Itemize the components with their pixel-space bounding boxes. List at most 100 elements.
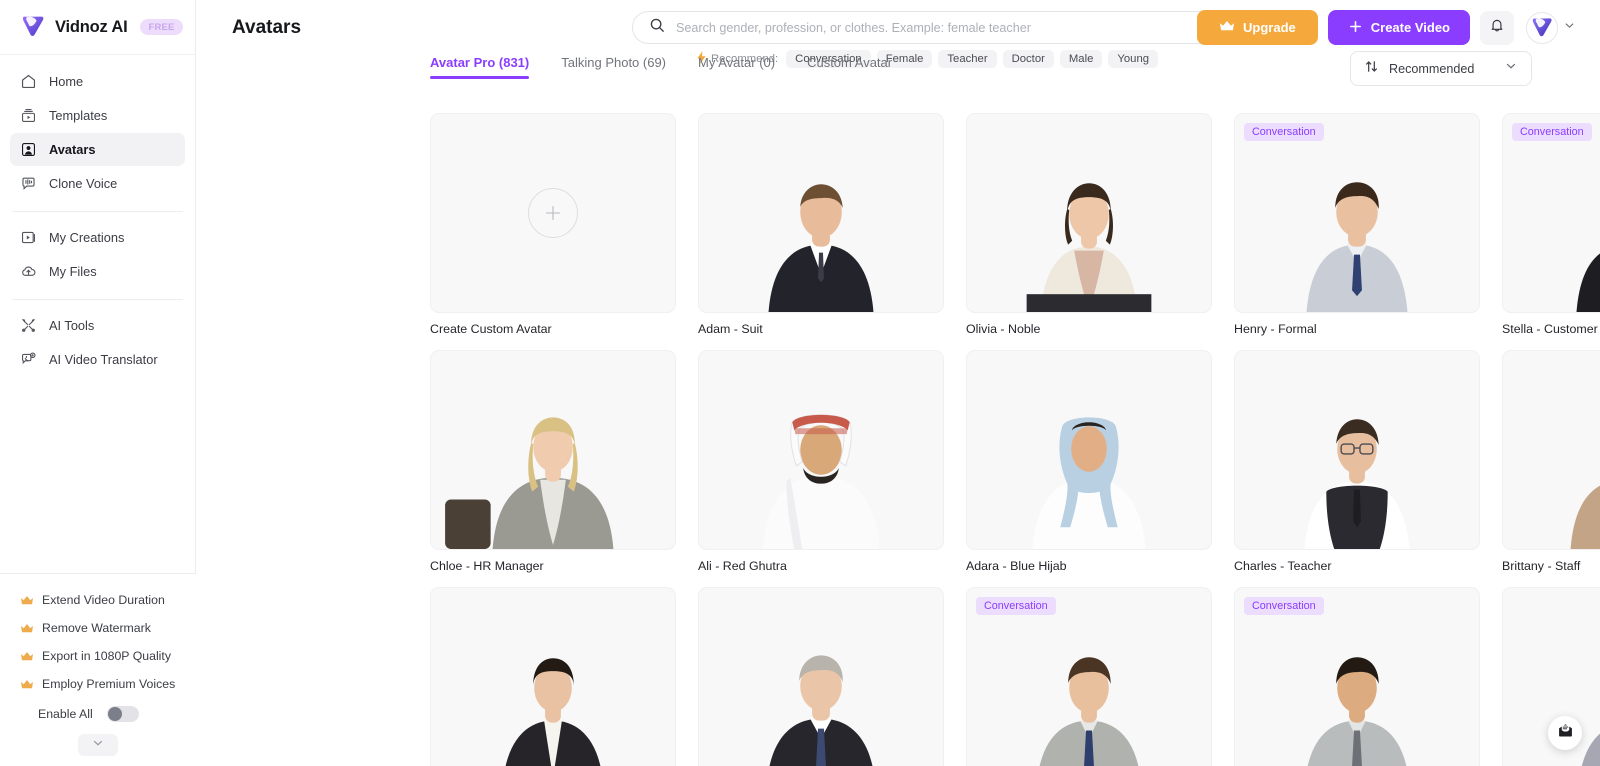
avatar-grid-wrap: Create Custom Avatar Adam - Suit Olivia … <box>196 99 1600 766</box>
sidebar-item-label: My Creations <box>49 230 125 245</box>
tabs-row: Avatar Pro (831) Talking Photo (69) My A… <box>196 51 1600 99</box>
collapse-wrap <box>0 726 196 756</box>
card-avatar[interactable] <box>430 587 676 766</box>
card-image[interactable] <box>966 113 1212 313</box>
crown-icon <box>20 651 34 662</box>
avatar-portrait <box>762 414 880 549</box>
create-video-button[interactable]: Create Video <box>1327 10 1470 45</box>
card-image[interactable] <box>966 350 1212 550</box>
card-image[interactable] <box>698 113 944 313</box>
avatar[interactable] <box>1526 11 1558 44</box>
brand-name: Vidnoz AI <box>55 17 128 36</box>
translate-icon <box>20 351 37 368</box>
tabs: Avatar Pro (831) Talking Photo (69) My A… <box>430 55 892 79</box>
card-image[interactable] <box>1502 350 1600 550</box>
card-image[interactable]: Conversation <box>1234 587 1480 766</box>
avatar-person-icon <box>20 141 37 158</box>
brand[interactable]: Vidnoz AI FREE <box>0 0 195 55</box>
premium-item-extend-video-duration[interactable]: Extend Video Duration <box>0 586 196 614</box>
upgrade-button[interactable]: Upgrade <box>1197 10 1318 45</box>
card-label: Brittany - Staff <box>1502 559 1581 573</box>
card-avatar[interactable]: Adam - Suit <box>698 113 944 336</box>
card-label: Henry - Formal <box>1234 322 1317 336</box>
card-avatar[interactable] <box>698 587 944 766</box>
sidebar-item-label: Clone Voice <box>49 176 118 191</box>
premium-item-label: Export in 1080P Quality <box>42 649 171 663</box>
premium-item-remove-watermark[interactable]: Remove Watermark <box>0 614 196 642</box>
card-image[interactable] <box>430 113 676 313</box>
card-avatar[interactable]: Conversation Stella - Customer Service <box>1502 113 1600 336</box>
tab-avatar-pro[interactable]: Avatar Pro (831) <box>430 55 530 79</box>
card-image[interactable]: Conversation <box>1502 113 1600 313</box>
sidebar-item-label: AI Tools <box>49 318 95 333</box>
nav-group-main: Home Templates Avatars Clone Voice <box>0 55 195 201</box>
avatar-portrait <box>1032 417 1146 549</box>
sidebar-item-ai-tools[interactable]: AI Tools <box>10 309 185 342</box>
card-avatar[interactable]: Charles - Teacher <box>1234 350 1480 573</box>
play-frame-icon <box>20 229 37 246</box>
bell-icon <box>1489 17 1505 38</box>
sidebar-item-avatars[interactable]: Avatars <box>10 133 185 166</box>
search-box[interactable] <box>632 11 1222 44</box>
sidebar-item-my-files[interactable]: My Files <box>10 255 185 288</box>
card-avatar[interactable]: Conversation <box>966 587 1212 766</box>
card-create-custom-avatar[interactable]: Create Custom Avatar <box>430 113 676 336</box>
sidebar-item-label: Templates <box>49 108 108 123</box>
search-input[interactable] <box>676 20 1205 35</box>
sidebar-collapse-button[interactable] <box>78 734 118 756</box>
card-avatar[interactable]: Conversation Henry - Formal <box>1234 113 1480 336</box>
sidebar-item-clone-voice[interactable]: Clone Voice <box>10 167 185 200</box>
nav-group-library: My Creations My Files <box>0 212 195 289</box>
card-label: Adam - Suit <box>698 322 763 336</box>
plus-icon <box>1348 19 1363 37</box>
card-image[interactable] <box>430 350 676 550</box>
crown-icon <box>20 595 34 606</box>
sidebar-item-my-creations[interactable]: My Creations <box>10 221 185 254</box>
notifications-button[interactable] <box>1480 10 1514 45</box>
premium-item-premium-voices[interactable]: Employ Premium Voices <box>0 670 196 698</box>
card-avatar[interactable]: Ali - Red Ghutra <box>698 350 944 573</box>
tab-custom-avatar[interactable]: Custom Avatar <box>807 55 892 79</box>
sidebar-item-home[interactable]: Home <box>10 65 185 98</box>
sort-arrows-icon <box>1364 59 1379 79</box>
sidebar-item-templates[interactable]: Templates <box>10 99 185 132</box>
card-avatar[interactable]: Adara - Blue Hijab <box>966 350 1212 573</box>
premium-item-export-1080p[interactable]: Export in 1080P Quality <box>0 642 196 670</box>
home-icon <box>20 73 37 90</box>
nav-group-ai: AI Tools AI Video Translator <box>0 300 195 377</box>
card-image[interactable]: Conversation <box>1234 113 1480 313</box>
chevron-down-icon <box>91 736 105 755</box>
card-avatar[interactable]: Olivia - Noble <box>966 113 1212 336</box>
user-menu[interactable] <box>1526 11 1576 44</box>
chat-support-button[interactable] <box>1548 716 1582 750</box>
sidebar-item-ai-video-translator[interactable]: AI Video Translator <box>10 343 185 376</box>
card-label: Adara - Blue Hijab <box>966 559 1067 573</box>
status-badge: Conversation <box>976 597 1056 615</box>
card-image[interactable] <box>430 587 676 766</box>
card-image[interactable]: Conversation <box>966 587 1212 766</box>
page-title: Avatars <box>232 16 302 38</box>
plus-icon <box>528 188 578 238</box>
top-actions: Upgrade Create Video <box>1197 10 1576 45</box>
status-badge: Conversation <box>1244 123 1324 141</box>
crown-icon <box>20 623 34 634</box>
brand-free-badge: FREE <box>140 19 183 35</box>
sidebar-item-label: My Files <box>49 264 97 279</box>
card-avatar[interactable]: Chloe - HR Manager <box>430 350 676 573</box>
avatar-portrait <box>769 655 873 766</box>
main-content: Avatars Recommend: <box>196 0 1600 766</box>
card-avatar[interactable]: Conversation <box>1234 587 1480 766</box>
tab-my-avatar[interactable]: My Avatar (0) <box>698 55 775 79</box>
tab-talking-photo[interactable]: Talking Photo (69) <box>561 55 666 79</box>
card-image[interactable] <box>698 350 944 550</box>
sort-dropdown[interactable]: Recommended <box>1350 51 1532 86</box>
card-label: Charles - Teacher <box>1234 559 1332 573</box>
avatar-portrait <box>768 184 874 312</box>
sidebar-item-label: Avatars <box>49 142 96 157</box>
card-image[interactable] <box>698 587 944 766</box>
upgrade-button-label: Upgrade <box>1243 20 1296 35</box>
enable-all-toggle[interactable] <box>106 706 139 722</box>
card-image[interactable] <box>1234 350 1480 550</box>
premium-item-label: Employ Premium Voices <box>42 677 176 691</box>
card-avatar[interactable]: Brittany - Staff <box>1502 350 1600 573</box>
